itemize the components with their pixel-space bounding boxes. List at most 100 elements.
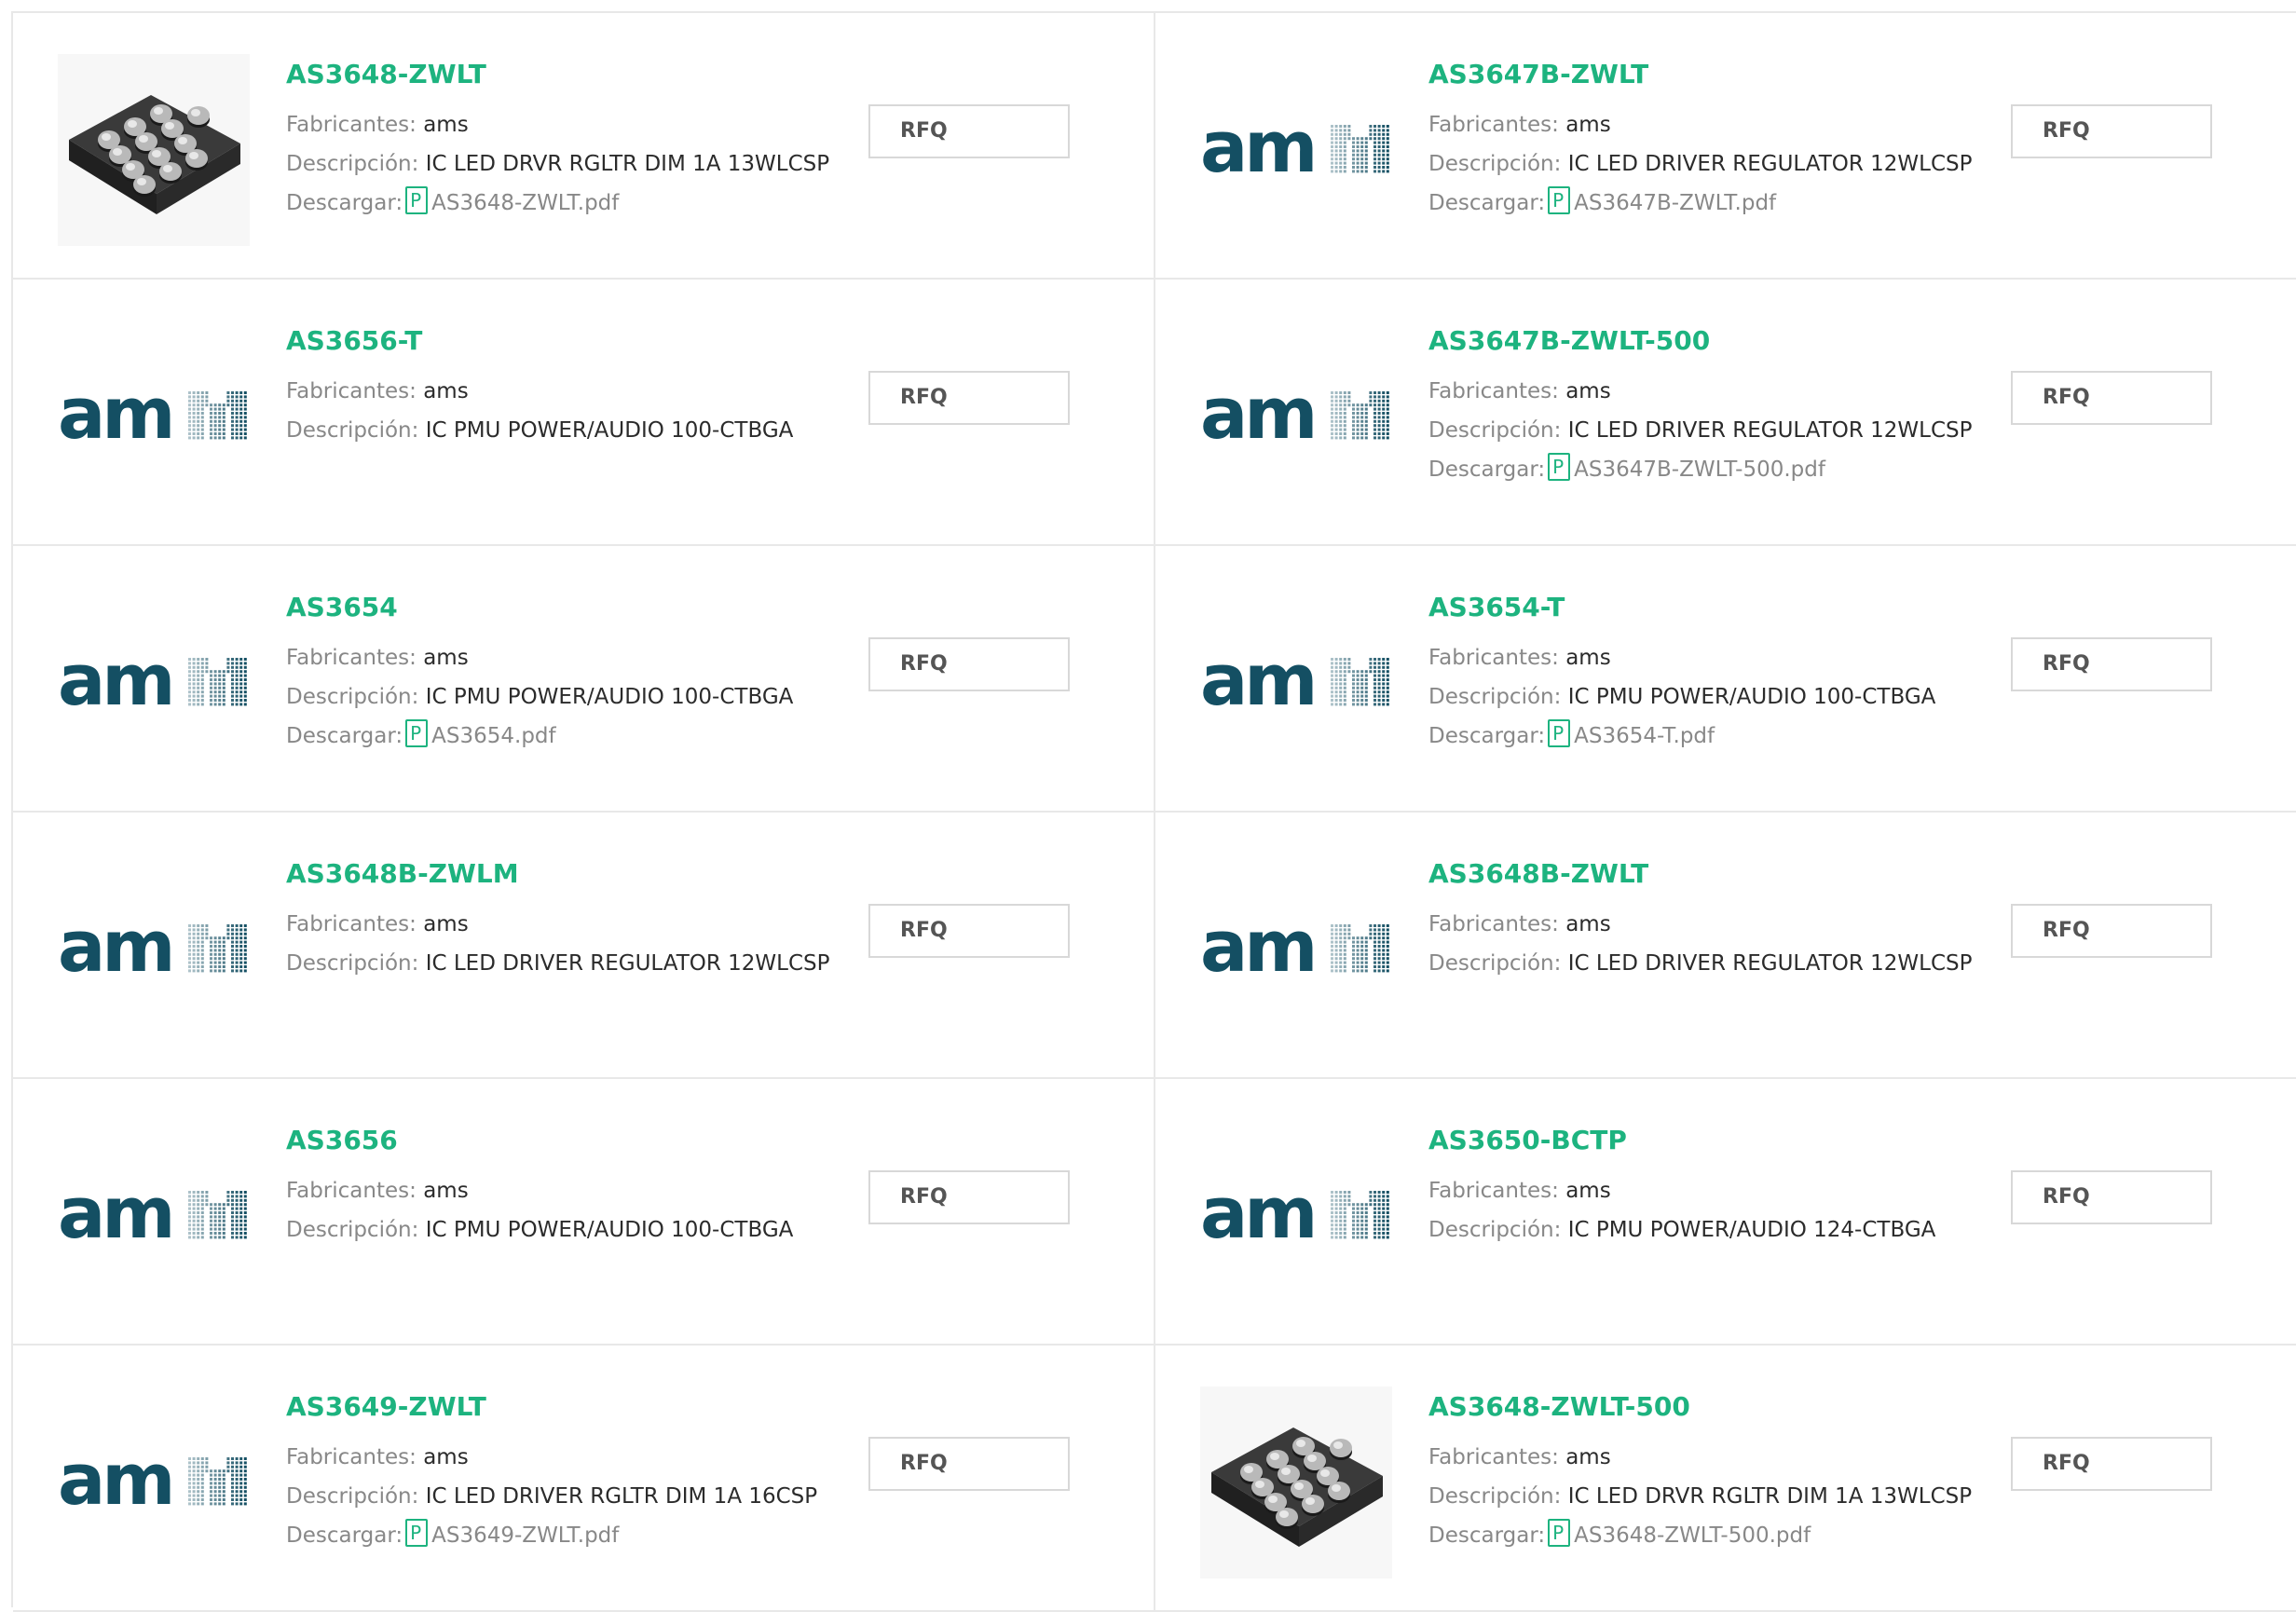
product-thumbnail[interactable]: am [1200,321,1392,512]
manufacturer-row: Fabricantes: ams [1428,905,2006,944]
chip-image-icon [58,54,250,246]
description-value: IC LED DRIVER REGULATOR 12WLCSP [1567,951,1973,976]
description-row: Descripción: IC LED DRIVER REGULATOR 12W… [1428,411,2006,450]
product-card: AS3648-ZWLT Fabricantes: ams Descripción… [13,13,1155,280]
manufacturer-value: ams [1565,379,1611,403]
product-thumbnail[interactable] [58,54,250,246]
rfq-button[interactable]: RFQ [868,637,1070,691]
product-thumbnail[interactable]: am [58,1387,250,1578]
product-card: AS3648-ZWLT-500 Fabricantes: ams Descrip… [1155,1346,2296,1612]
rfq-button[interactable]: RFQ [868,1170,1070,1224]
part-number-link[interactable]: AS3649-ZWLT [286,1394,864,1420]
product-thumbnail[interactable]: am [58,587,250,779]
download-label: Descargar: [1428,191,1546,215]
rfq-button[interactable]: RFQ [868,1437,1070,1491]
manufacturer-row: Fabricantes: ams [286,1438,864,1477]
rfq-button[interactable]: RFQ [2011,637,2212,691]
product-info: AS3656-T Fabricantes: ams Descripción: I… [286,328,864,450]
product-info: AS3648-ZWLT Fabricantes: ams Descripción… [286,61,864,223]
part-number-link[interactable]: AS3648-ZWLT-500 [1428,1394,2006,1420]
product-thumbnail[interactable]: am [1200,54,1392,246]
datasheet-link[interactable]: AS3647B-ZWLT-500.pdf [1574,458,1825,482]
description-value: IC PMU POWER/AUDIO 124-CTBGA [1567,1218,1936,1242]
rfq-button[interactable]: RFQ [868,904,1070,958]
product-info: AS3648-ZWLT-500 Fabricantes: ams Descrip… [1428,1394,2006,1555]
manufacturer-value: ams [423,646,469,670]
manufacturer-label: Fabricantes: [1428,379,1559,403]
manufacturer-value: ams [1565,1445,1611,1469]
part-number-link[interactable]: AS3648-ZWLT [286,61,864,88]
product-info: AS3648B-ZWLT Fabricantes: ams Descripció… [1428,861,2006,983]
rfq-button[interactable]: RFQ [2011,1437,2212,1491]
product-thumbnail[interactable]: am [1200,587,1392,779]
download-label: Descargar: [286,191,403,215]
rfq-button[interactable]: RFQ [2011,104,2212,158]
pdf-icon[interactable]: P [1548,719,1571,747]
datasheet-link[interactable]: AS3647B-ZWLT.pdf [1574,191,1776,215]
description-value: IC PMU POWER/AUDIO 100-CTBGA [425,685,794,709]
datasheet-link[interactable]: AS3649-ZWLT.pdf [431,1523,619,1548]
description-value: IC LED DRIVER RGLTR DIM 1A 16CSP [425,1484,818,1509]
part-number-link[interactable]: AS3656-T [286,328,864,354]
pdf-icon[interactable]: P [405,1519,429,1547]
download-label: Descargar: [286,1523,403,1548]
manufacturer-value: ams [1565,1179,1611,1203]
product-thumbnail[interactable]: am [58,321,250,512]
ams-logo-icon: am [1200,917,1389,982]
manufacturer-label: Fabricantes: [286,1179,417,1203]
description-label: Descripción: [286,152,419,176]
pdf-icon[interactable]: P [1548,453,1571,481]
manufacturer-row: Fabricantes: ams [286,1171,864,1210]
manufacturer-row: Fabricantes: ams [286,905,864,944]
datasheet-link[interactable]: AS3654.pdf [431,724,555,748]
datasheet-link[interactable]: AS3648-ZWLT.pdf [431,191,619,215]
part-number-link[interactable]: AS3654 [286,594,864,621]
manufacturer-row: Fabricantes: ams [1428,105,2006,144]
rfq-button[interactable]: RFQ [2011,904,2212,958]
product-thumbnail[interactable]: am [58,854,250,1045]
svg-text:am: am [1200,117,1314,183]
manufacturer-label: Fabricantes: [1428,113,1559,137]
manufacturer-row: Fabricantes: ams [1428,1438,2006,1477]
svg-text:am: am [58,1183,171,1249]
description-label: Descripción: [286,951,419,976]
svg-text:am: am [1200,650,1314,716]
pdf-icon[interactable]: P [405,719,429,747]
datasheet-link[interactable]: AS3654-T.pdf [1574,724,1715,748]
description-label: Descripción: [1428,418,1562,443]
product-thumbnail[interactable]: am [1200,854,1392,1045]
product-thumbnail[interactable]: am [58,1120,250,1312]
rfq-button[interactable]: RFQ [2011,1170,2212,1224]
pdf-icon[interactable]: P [1548,1519,1571,1547]
product-thumbnail[interactable]: am [1200,1120,1392,1312]
download-row: Descargar: P AS3649-ZWLT.pdf [286,1516,864,1555]
part-number-link[interactable]: AS3648B-ZWLM [286,861,864,887]
product-info: AS3654-T Fabricantes: ams Descripción: I… [1428,594,2006,756]
part-number-link[interactable]: AS3654-T [1428,594,2006,621]
product-thumbnail[interactable] [1200,1387,1392,1578]
download-row: Descargar: P AS3648-ZWLT.pdf [286,184,864,223]
rfq-button[interactable]: RFQ [2011,371,2212,425]
description-value: IC LED DRIVER REGULATOR 12WLCSP [425,951,830,976]
product-card: am AS3647B-ZWLT Fabricantes: ams Descrip… [1155,13,2296,280]
svg-text:am: am [58,650,171,716]
description-row: Descripción: IC PMU POWER/AUDIO 100-CTBG… [286,411,864,450]
description-row: Descripción: IC LED DRIVER REGULATOR 12W… [1428,944,2006,983]
part-number-link[interactable]: AS3650-BCTP [1428,1127,2006,1154]
part-number-link[interactable]: AS3648B-ZWLT [1428,861,2006,887]
manufacturer-label: Fabricantes: [286,379,417,403]
pdf-icon[interactable]: P [405,186,429,214]
download-row: Descargar: P AS3654-T.pdf [1428,717,2006,756]
datasheet-link[interactable]: AS3648-ZWLT-500.pdf [1574,1523,1811,1548]
manufacturer-value: ams [423,113,469,137]
ams-logo-icon: am [58,384,247,449]
part-number-link[interactable]: AS3647B-ZWLT-500 [1428,328,2006,354]
part-number-link[interactable]: AS3656 [286,1127,864,1154]
svg-text:am: am [1200,384,1314,449]
description-row: Descripción: IC PMU POWER/AUDIO 100-CTBG… [286,1210,864,1250]
pdf-icon[interactable]: P [1548,186,1571,214]
download-row: Descargar: P AS3654.pdf [286,717,864,756]
rfq-button[interactable]: RFQ [868,371,1070,425]
rfq-button[interactable]: RFQ [868,104,1070,158]
part-number-link[interactable]: AS3647B-ZWLT [1428,61,2006,88]
